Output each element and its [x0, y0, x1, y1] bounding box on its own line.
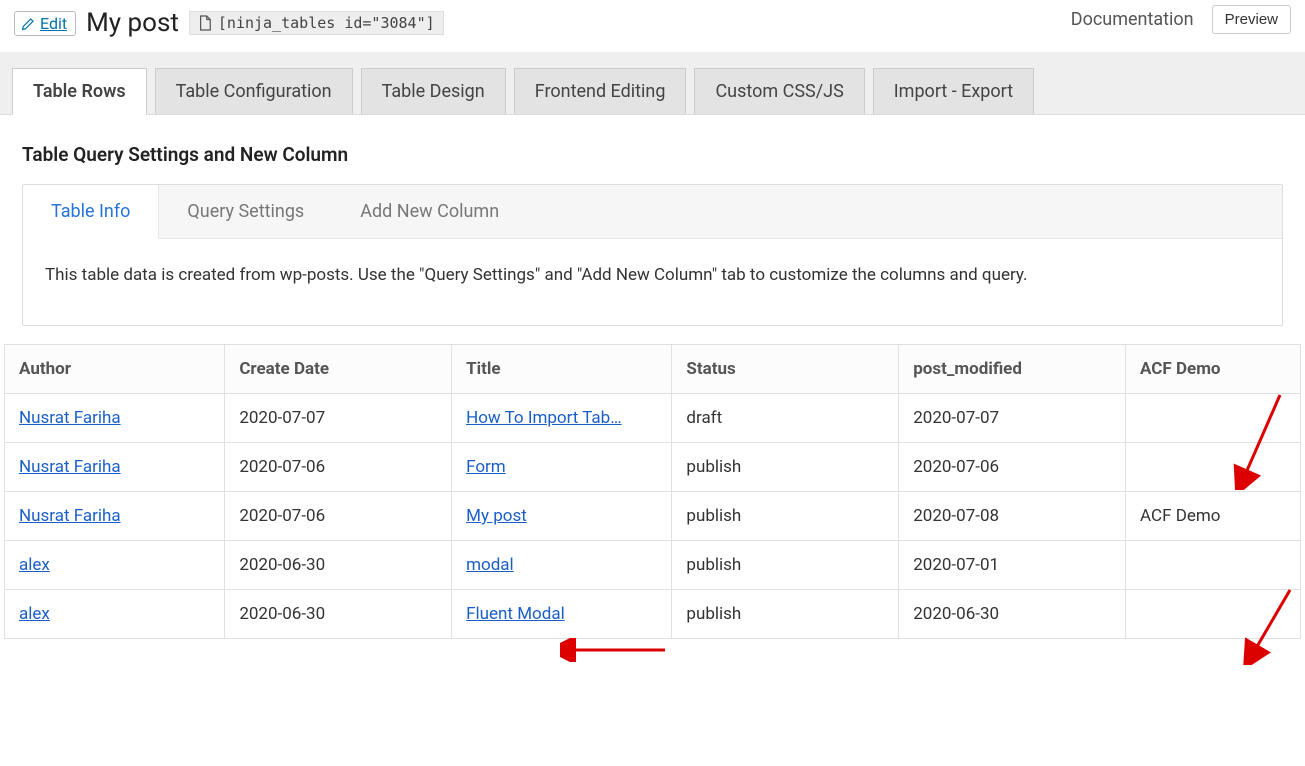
cell-acf-demo [1126, 541, 1301, 590]
cell-post-modified: 2020-07-01 [899, 541, 1126, 590]
cell-title: How To Import Tab… [452, 394, 672, 443]
cell-post-modified: 2020-07-07 [899, 394, 1126, 443]
cell-status: publish [672, 590, 899, 639]
cell-acf-demo [1126, 394, 1301, 443]
section-title: Table Query Settings and New Column [22, 143, 1283, 166]
cell-title: My post [452, 492, 672, 541]
cell-create-date: 2020-06-30 [225, 541, 452, 590]
cell-create-date: 2020-07-06 [225, 492, 452, 541]
author-link[interactable]: alex [19, 604, 50, 624]
tab-table-configuration[interactable]: Table Configuration [155, 68, 353, 114]
cell-post-modified: 2020-07-06 [899, 443, 1126, 492]
cell-author: Nusrat Fariha [5, 443, 225, 492]
title-link[interactable]: My post [466, 506, 527, 526]
cell-author: alex [5, 541, 225, 590]
author-link[interactable]: Nusrat Fariha [19, 506, 121, 526]
cell-post-modified: 2020-06-30 [899, 590, 1126, 639]
tab-custom-css-js[interactable]: Custom CSS/JS [694, 68, 864, 114]
page-title: My post [86, 8, 179, 38]
table-row: Nusrat Fariha2020-07-06Formpublish2020-0… [5, 443, 1301, 492]
cell-acf-demo [1126, 443, 1301, 492]
cell-status: publish [672, 541, 899, 590]
cell-create-date: 2020-06-30 [225, 590, 452, 639]
title-link[interactable]: How To Import Tab… [466, 408, 621, 428]
subtab-table-info[interactable]: Table Info [23, 185, 159, 239]
tab-frontend-editing[interactable]: Frontend Editing [514, 68, 687, 114]
pencil-icon [21, 16, 36, 31]
cell-status: publish [672, 443, 899, 492]
tab-table-design[interactable]: Table Design [361, 68, 506, 114]
edit-button[interactable]: Edit [14, 11, 76, 36]
title-link[interactable]: Form [466, 457, 506, 477]
cell-post-modified: 2020-07-08 [899, 492, 1126, 541]
header-bar: Edit My post [ninja_tables id="3084"] Do… [0, 0, 1305, 52]
documentation-link[interactable]: Documentation [1071, 9, 1194, 30]
query-section: Table Query Settings and New Column Tabl… [0, 115, 1305, 344]
col-status[interactable]: Status [672, 345, 899, 394]
cell-acf-demo [1126, 590, 1301, 639]
cell-author: alex [5, 590, 225, 639]
header-right: Documentation Preview [1071, 5, 1291, 34]
col-acf-demo[interactable]: ACF Demo [1126, 345, 1301, 394]
title-link[interactable]: Fluent Modal [466, 604, 565, 624]
subtab-query-settings[interactable]: Query Settings [159, 185, 332, 238]
cell-status: publish [672, 492, 899, 541]
title-link[interactable]: modal [466, 555, 514, 575]
author-link[interactable]: Nusrat Fariha [19, 408, 121, 428]
sub-tab-panel: Table Info Query Settings Add New Column… [22, 184, 1283, 326]
cell-create-date: 2020-07-06 [225, 443, 452, 492]
cell-create-date: 2020-07-07 [225, 394, 452, 443]
table-info-text: This table data is created from wp-posts… [23, 239, 1282, 325]
cell-author: Nusrat Fariha [5, 394, 225, 443]
subtab-add-new-column[interactable]: Add New Column [332, 185, 527, 238]
file-icon [198, 15, 212, 31]
table-row: Nusrat Fariha 2020-07-07 How To Import Tab… [5, 394, 1301, 443]
main-tab-strip: Table Rows Table Configuration Table Des… [0, 52, 1305, 115]
cell-status: draft [672, 394, 899, 443]
data-table-wrap: Author Create Date Title Status post_mod… [0, 344, 1305, 659]
col-title[interactable]: Title [452, 345, 672, 394]
col-post-modified[interactable]: post_modified [899, 345, 1126, 394]
tab-table-rows[interactable]: Table Rows [12, 68, 147, 115]
table-row: alex2020-06-30Fluent Modalpublish2020-06… [5, 590, 1301, 639]
col-create-date[interactable]: Create Date [225, 345, 452, 394]
cell-author: Nusrat Fariha [5, 492, 225, 541]
shortcode-box[interactable]: [ninja_tables id="3084"] [189, 11, 444, 35]
cell-title: modal [452, 541, 672, 590]
tab-import-export[interactable]: Import - Export [873, 68, 1034, 114]
sub-tab-strip: Table Info Query Settings Add New Column [23, 185, 1282, 239]
cell-acf-demo: ACF Demo [1126, 492, 1301, 541]
col-author[interactable]: Author [5, 345, 225, 394]
table-row: alex 2020-06-30 modal publish2020-07-01 [5, 541, 1301, 590]
author-link[interactable]: Nusrat Fariha [19, 457, 121, 477]
table-row: Nusrat Fariha 2020-07-06 My post publish202… [5, 492, 1301, 541]
author-link[interactable]: alex [19, 555, 50, 575]
cell-title: Form [452, 443, 672, 492]
cell-title: Fluent Modal [452, 590, 672, 639]
shortcode-text: [ninja_tables id="3084"] [218, 14, 435, 32]
preview-button[interactable]: Preview [1212, 5, 1291, 34]
table-header-row: Author Create Date Title Status post_mod… [5, 345, 1301, 394]
posts-table: Author Create Date Title Status post_mod… [4, 344, 1301, 639]
edit-label: Edit [40, 14, 67, 33]
